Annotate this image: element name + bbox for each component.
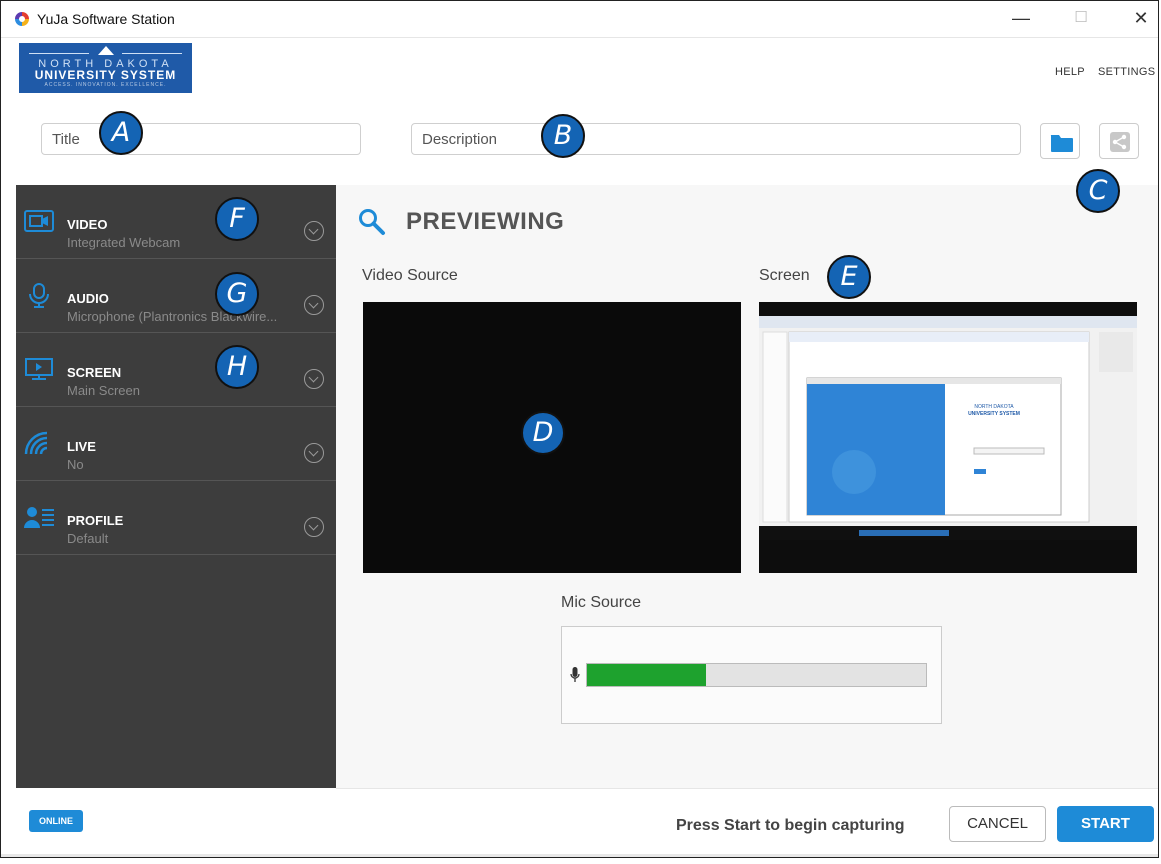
- title-bar: YuJa Software Station — ☐ ✕: [1, 1, 1158, 38]
- start-button[interactable]: START: [1057, 806, 1154, 842]
- mic-level-panel: [561, 626, 942, 724]
- description-field[interactable]: [411, 123, 1021, 155]
- microphone-icon: [29, 283, 49, 308]
- minimize-button[interactable]: —: [1001, 5, 1041, 31]
- close-button[interactable]: ✕: [1121, 5, 1158, 31]
- mic-level-meter: [586, 663, 927, 687]
- mic-level-fill: [587, 664, 706, 686]
- sidebar-item-label: LIVE: [67, 439, 96, 454]
- sidebar-item-video[interactable]: VIDEO Integrated Webcam: [16, 185, 336, 259]
- window-title: YuJa Software Station: [37, 11, 175, 27]
- mic-source-label: Mic Source: [561, 594, 642, 611]
- bottom-bar: Press Start to begin capturing CANCEL ST…: [336, 788, 1158, 855]
- search-icon: [359, 209, 385, 235]
- sidebar-item-value: Default: [67, 531, 109, 546]
- callout-marker-g: G: [215, 272, 259, 316]
- chevron-down-icon[interactable]: [304, 295, 324, 315]
- sidebar-footer: ONLINE: [16, 788, 337, 854]
- ndus-logo: NORTH DAKOTA UNIVERSITY SYSTEM ACCESS. I…: [19, 43, 192, 93]
- cancel-button[interactable]: CANCEL: [949, 806, 1046, 842]
- logo-line-2: UNIVERSITY SYSTEM: [34, 68, 177, 82]
- title-field[interactable]: [41, 123, 361, 155]
- status-prompt: Press Start to begin capturing: [676, 817, 905, 834]
- sidebar-item-value: Integrated Webcam: [67, 235, 181, 250]
- maximize-button[interactable]: ☐: [1061, 5, 1101, 31]
- status-badge: ONLINE: [29, 810, 83, 832]
- sidebar-item-audio[interactable]: AUDIO Microphone (Plantronics Blackwire.…: [16, 259, 336, 333]
- callout-marker-b: B: [541, 114, 585, 158]
- page-title: PREVIEWING: [406, 208, 565, 235]
- sidebar-item-label: AUDIO: [67, 291, 109, 306]
- chevron-down-icon[interactable]: [304, 443, 324, 463]
- live-broadcast-icon: [24, 431, 48, 455]
- screen-icon: [25, 358, 53, 380]
- sidebar-item-screen[interactable]: SCREEN Main Screen: [16, 333, 336, 407]
- microphone-icon: [570, 667, 580, 682]
- share-icon: [1110, 132, 1130, 152]
- sidebar-item-live[interactable]: LIVE No: [16, 407, 336, 481]
- description-input[interactable]: [412, 124, 1020, 154]
- yuja-logo-icon: [15, 12, 29, 26]
- callout-marker-d: D: [521, 411, 565, 455]
- screen-thumbnail-image: NORTH DAKOTA UNIVERSITY SYSTEM: [759, 316, 1137, 573]
- chevron-down-icon[interactable]: [304, 221, 324, 241]
- webcam-icon: [24, 210, 54, 232]
- chevron-down-icon[interactable]: [304, 369, 324, 389]
- sidebar-item-value: Main Screen: [67, 383, 140, 398]
- window-bottom-edge: [1, 854, 1158, 857]
- sidebar-item-label: VIDEO: [67, 217, 108, 232]
- logo-rule-left: [29, 53, 89, 54]
- chevron-down-icon[interactable]: [304, 517, 324, 537]
- sidebar-item-profile[interactable]: PROFILE Default: [16, 481, 336, 555]
- folder-icon: [1050, 135, 1073, 152]
- screen-preview: NORTH DAKOTA UNIVERSITY SYSTEM: [759, 302, 1137, 573]
- screen-label: Screen: [759, 267, 810, 284]
- settings-sidebar: VIDEO Integrated Webcam AUDIO Microphone…: [16, 185, 336, 788]
- app-window: YuJa Software Station — ☐ ✕ NORTH DAKOTA…: [0, 0, 1159, 858]
- settings-link[interactable]: SETTINGS: [1098, 66, 1155, 78]
- title-input[interactable]: [42, 124, 360, 154]
- logo-rule-right: [122, 53, 182, 54]
- sidebar-item-value: Microphone (Plantronics Blackwire...: [67, 309, 278, 324]
- thumbnail-logo-text-2: UNIVERSITY SYSTEM: [968, 411, 1020, 417]
- sidebar-item-label: PROFILE: [67, 513, 124, 528]
- profile-icon: [24, 507, 54, 528]
- callout-marker-f: F: [215, 197, 259, 241]
- callout-marker-c: C: [1076, 169, 1120, 213]
- preview-panel: PREVIEWING Video Source Screen NORTH DAK…: [336, 185, 1158, 788]
- share-button[interactable]: [1099, 123, 1139, 159]
- thumbnail-logo-text: NORTH DAKOTA: [974, 404, 1014, 410]
- help-link[interactable]: HELP: [1055, 66, 1085, 78]
- callout-marker-e: E: [827, 255, 871, 299]
- sidebar-item-value: No: [67, 457, 84, 472]
- sidebar-item-label: SCREEN: [67, 365, 122, 380]
- logo-triangle-icon: [98, 46, 114, 55]
- callout-marker-a: A: [99, 111, 143, 155]
- logo-line-3: ACCESS. INNOVATION. EXCELLENCE.: [44, 82, 167, 88]
- video-source-label: Video Source: [362, 267, 458, 284]
- open-folder-button[interactable]: [1040, 123, 1080, 159]
- callout-marker-h: H: [215, 345, 259, 389]
